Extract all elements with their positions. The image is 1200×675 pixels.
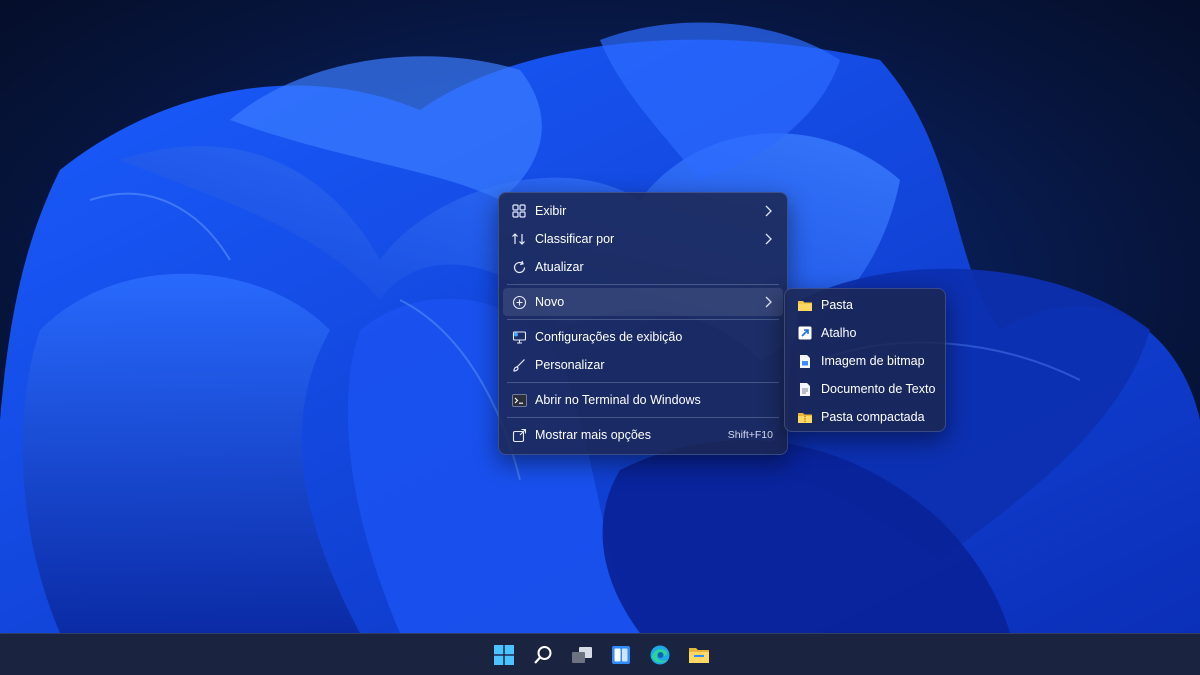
submenu-item-label: Atalho <box>821 326 857 340</box>
chevron-right-icon <box>765 296 772 308</box>
chevron-right-icon <box>765 205 772 217</box>
text-document-icon <box>797 381 813 397</box>
terminal-icon <box>511 392 527 408</box>
menu-item-label: Abrir no Terminal do Windows <box>535 393 701 407</box>
submenu-item-label: Documento de Texto <box>821 382 936 396</box>
submenu-item-label: Pasta <box>821 298 853 312</box>
menu-item-configuracoes-de-exibicao[interactable]: Configurações de exibição <box>503 323 783 351</box>
desktop-context-menu: Exibir Classificar por Atualizar Novo Co… <box>498 192 788 455</box>
grid-view-icon <box>511 203 527 219</box>
menu-separator <box>507 284 779 285</box>
keyboard-shortcut: Shift+F10 <box>727 429 773 441</box>
submenu-item-atalho[interactable]: Atalho <box>789 319 941 347</box>
menu-item-classificar-por[interactable]: Classificar por <box>503 225 783 253</box>
display-settings-icon <box>511 329 527 345</box>
submenu-item-pasta[interactable]: Pasta <box>789 291 941 319</box>
file-explorer-icon[interactable] <box>685 641 713 669</box>
menu-item-novo[interactable]: Novo <box>503 288 783 316</box>
sort-icon <box>511 231 527 247</box>
task-view-icon[interactable] <box>568 641 596 669</box>
submenu-item-documento-de-texto[interactable]: Documento de Texto <box>789 375 941 403</box>
menu-item-personalizar[interactable]: Personalizar <box>503 351 783 379</box>
menu-item-label: Personalizar <box>535 358 605 372</box>
menu-item-mostrar-mais-opcoes[interactable]: Mostrar mais opções Shift+F10 <box>503 421 783 449</box>
widgets-icon[interactable] <box>607 641 635 669</box>
menu-item-label: Novo <box>535 295 565 309</box>
new-submenu: Pasta Atalho Imagem de bitmap Documento … <box>784 288 946 432</box>
submenu-item-imagem-de-bitmap[interactable]: Imagem de bitmap <box>789 347 941 375</box>
start-icon[interactable] <box>490 641 518 669</box>
plus-circle-icon <box>511 294 527 310</box>
submenu-item-pasta-compactada[interactable]: Pasta compactada <box>789 403 941 431</box>
zip-folder-icon <box>797 409 813 425</box>
edge-icon[interactable] <box>646 641 674 669</box>
search-icon[interactable] <box>529 641 557 669</box>
taskbar <box>0 633 1200 675</box>
menu-item-abrir-no-terminal[interactable]: Abrir no Terminal do Windows <box>503 386 783 414</box>
brush-icon <box>511 357 527 373</box>
menu-item-label: Exibir <box>535 204 567 218</box>
chevron-right-icon <box>765 233 772 245</box>
menu-separator <box>507 382 779 383</box>
menu-separator <box>507 319 779 320</box>
menu-item-exibir[interactable]: Exibir <box>503 197 783 225</box>
folder-icon <box>797 297 813 313</box>
menu-item-atualizar[interactable]: Atualizar <box>503 253 783 281</box>
submenu-item-label: Imagem de bitmap <box>821 354 925 368</box>
shortcut-arrow-icon <box>797 325 813 341</box>
refresh-icon <box>511 259 527 275</box>
desktop[interactable]: Exibir Classificar por Atualizar Novo Co… <box>0 0 1200 633</box>
menu-item-label: Mostrar mais opções <box>535 428 652 442</box>
menu-separator <box>507 417 779 418</box>
menu-item-label: Configurações de exibição <box>535 330 683 344</box>
bitmap-file-icon <box>797 353 813 369</box>
more-options-icon <box>511 427 527 443</box>
submenu-item-label: Pasta compactada <box>821 410 925 424</box>
menu-item-label: Atualizar <box>535 260 584 274</box>
menu-item-label: Classificar por <box>535 232 615 246</box>
